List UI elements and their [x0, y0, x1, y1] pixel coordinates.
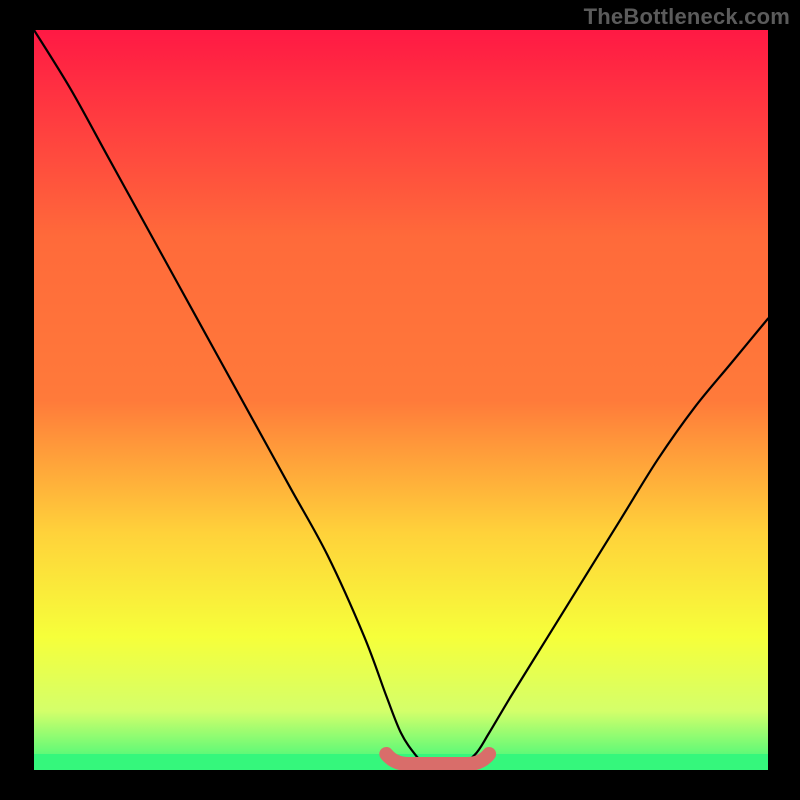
chart-background-gradient — [34, 30, 768, 770]
chart-plot-area — [34, 30, 768, 770]
chart-frame: TheBottleneck.com — [0, 0, 800, 800]
watermark-label: TheBottleneck.com — [584, 4, 790, 30]
chart-svg — [34, 30, 768, 770]
